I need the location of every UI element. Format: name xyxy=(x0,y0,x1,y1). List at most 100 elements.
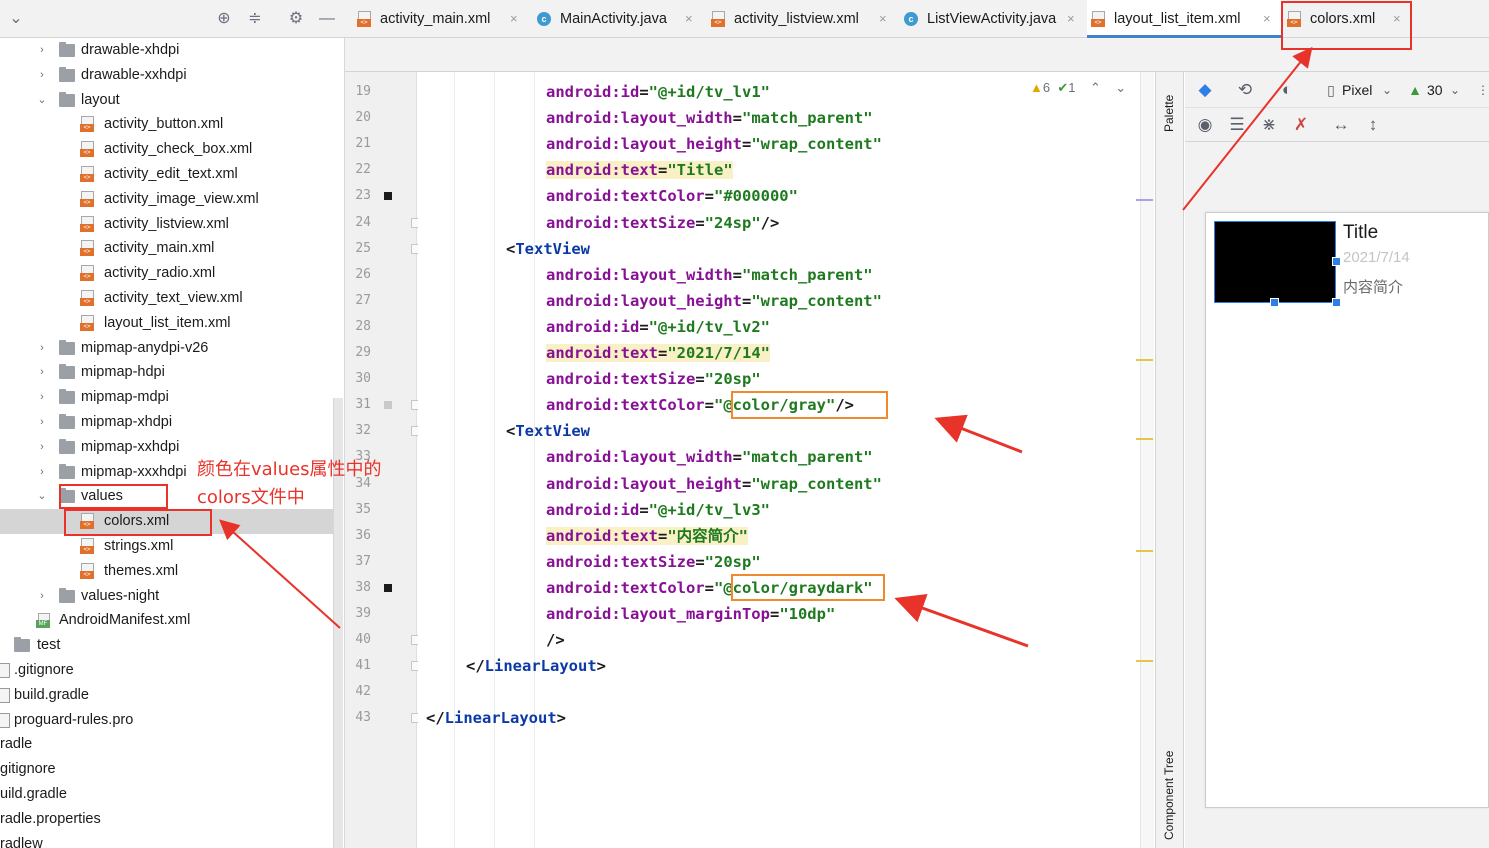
collapse-all-icon[interactable]: ≑ xyxy=(245,9,265,29)
chevron-down-icon[interactable]: ⌄ xyxy=(36,88,48,113)
editor-tab[interactable]: <> activity_listview.xml × xyxy=(707,0,897,38)
tree-item[interactable]: <> activity_check_box.xml xyxy=(0,137,333,162)
close-icon[interactable]: × xyxy=(1393,0,1401,38)
code-line[interactable]: <TextView xyxy=(506,236,590,262)
code-line[interactable]: android:textColor="@color/graydark" xyxy=(546,575,873,601)
resize-handle[interactable] xyxy=(1332,257,1341,266)
editor-tab[interactable]: <> colors.xml × xyxy=(1283,0,1411,38)
code-line[interactable]: /> xyxy=(546,627,565,653)
tree-item[interactable]: ⌄ layout xyxy=(0,88,333,113)
device-selector[interactable]: Pixel xyxy=(1342,80,1372,100)
scroll-marker[interactable] xyxy=(1136,199,1153,201)
scroll-marker[interactable] xyxy=(1136,359,1153,361)
api-selector[interactable]: 30 xyxy=(1427,80,1443,100)
color-swatch-icon[interactable] xyxy=(384,583,392,592)
tree-item[interactable]: › mipmap-anydpi-v26 xyxy=(0,336,333,361)
close-icon[interactable]: × xyxy=(510,0,518,38)
tree-item[interactable]: <> strings.xml xyxy=(0,534,333,559)
code-line[interactable]: android:textSize="20sp" xyxy=(546,549,761,575)
tree-item[interactable]: <> activity_text_view.xml xyxy=(0,286,333,311)
gear-icon[interactable]: ⚙ xyxy=(286,9,306,29)
tree-item[interactable]: <> activity_radio.xml xyxy=(0,261,333,286)
preview-title[interactable]: Title xyxy=(1343,222,1378,244)
code-line[interactable]: android:textColor="#000000" xyxy=(546,183,798,209)
code-line[interactable]: android:textColor="@color/gray"/> xyxy=(546,392,854,418)
chevron-down-icon[interactable]: ⌄ xyxy=(1445,80,1465,100)
tree-item[interactable]: <> activity_listview.xml xyxy=(0,212,333,237)
chevron-right-icon[interactable]: › xyxy=(36,336,48,361)
code-line[interactable]: android:id="@+id/tv_lv2" xyxy=(546,314,770,340)
code-line[interactable]: </LinearLayout> xyxy=(466,653,606,679)
tree-item[interactable]: <> layout_list_item.xml xyxy=(0,311,333,336)
chevron-down-icon[interactable]: ⌄ xyxy=(1377,80,1397,100)
chevron-right-icon[interactable]: › xyxy=(36,38,48,63)
chevron-right-icon[interactable]: › xyxy=(36,360,48,385)
next-highlight-icon[interactable]: ⌄ xyxy=(1115,80,1126,95)
component-tree-tab[interactable]: Component Tree xyxy=(1162,751,1176,840)
code-line[interactable]: </LinearLayout> xyxy=(426,705,566,731)
minimize-icon[interactable]: — xyxy=(317,9,337,29)
expand-horizontal-icon[interactable]: ↔ xyxy=(1331,115,1351,135)
clear-constraints-icon[interactable]: ✗ xyxy=(1291,115,1311,135)
magnet-off-icon[interactable]: ⋇ xyxy=(1259,115,1279,135)
scroll-marker[interactable] xyxy=(1136,660,1153,662)
tree-item[interactable]: › values-night xyxy=(0,584,333,609)
chevron-right-icon[interactable]: › xyxy=(36,460,48,485)
code-line[interactable]: android:text="内容简介" xyxy=(546,523,748,549)
close-icon[interactable]: × xyxy=(1263,0,1271,38)
color-swatch-icon[interactable] xyxy=(384,192,392,201)
tree-item[interactable]: <> activity_image_view.xml xyxy=(0,187,333,212)
tree-item[interactable]: › mipmap-mdpi xyxy=(0,385,333,410)
chevron-right-icon[interactable]: › xyxy=(36,385,48,410)
more-icon[interactable]: ⋮ xyxy=(1473,80,1489,100)
tree-item[interactable]: <> themes.xml xyxy=(0,559,333,584)
scroll-marker[interactable] xyxy=(1136,550,1153,552)
palette-tab[interactable]: Palette xyxy=(1162,95,1176,132)
chevron-right-icon[interactable]: › xyxy=(36,584,48,609)
close-icon[interactable]: × xyxy=(879,0,887,38)
crosshair-icon[interactable]: ⊕ xyxy=(214,9,234,29)
inspection-widget[interactable]: ▲6 ✔1 ⌃ ⌄ xyxy=(1030,78,1126,98)
tree-item[interactable]: › drawable-xhdpi xyxy=(0,38,333,63)
code-line[interactable]: android:layout_width="match_parent" xyxy=(546,105,873,131)
tree-item[interactable]: <> colors.xml xyxy=(0,509,333,535)
tree-item[interactable]: MF AndroidManifest.xml xyxy=(0,608,333,633)
code-line[interactable]: android:textSize="24sp"/> xyxy=(546,210,779,236)
code-line[interactable]: android:text="Title" xyxy=(546,157,733,183)
color-swatch-icon[interactable] xyxy=(384,401,392,410)
tree-item[interactable]: <> activity_main.xml xyxy=(0,236,333,261)
code-line[interactable]: android:id="@+id/tv_lv3" xyxy=(546,497,770,523)
tree-item[interactable]: proguard-rules.pro xyxy=(0,708,333,733)
tree-item[interactable]: radle xyxy=(0,732,333,757)
scroll-marker[interactable] xyxy=(1136,438,1153,440)
tree-item[interactable]: › drawable-xxhdpi xyxy=(0,63,333,88)
tree-item[interactable]: .gitignore xyxy=(0,658,333,683)
night-mode-icon[interactable]: ◐ xyxy=(1277,80,1297,100)
code-line[interactable]: android:layout_height="wrap_content" xyxy=(546,131,882,157)
chevron-right-icon[interactable]: › xyxy=(36,435,48,460)
code-line[interactable]: android:textSize="20sp" xyxy=(546,366,761,392)
code-line[interactable]: android:text="2021/7/14" xyxy=(546,340,770,366)
layers-icon[interactable]: ◆ xyxy=(1195,80,1215,100)
chevron-right-icon[interactable]: › xyxy=(36,410,48,435)
tree-item[interactable]: test xyxy=(0,633,333,658)
code-editor[interactable]: android:id="@+id/tv_lv1" android:layout_w… xyxy=(418,72,1140,848)
tree-item[interactable]: gitignore xyxy=(0,757,333,782)
resize-handle[interactable] xyxy=(1270,298,1279,307)
tree-item[interactable]: › mipmap-xhdpi xyxy=(0,410,333,435)
editor-tab[interactable]: <> activity_main.xml × xyxy=(353,0,528,38)
editor-tab[interactable]: <> layout_list_item.xml × xyxy=(1087,0,1281,38)
device-preview[interactable]: Title 2021/7/14 内容简介 xyxy=(1205,212,1489,808)
eye-icon[interactable]: ◉ xyxy=(1195,115,1215,135)
chevron-right-icon[interactable]: › xyxy=(36,63,48,88)
preview-date[interactable]: 2021/7/14 xyxy=(1343,249,1410,266)
editor-tab[interactable]: c ListViewActivity.java × xyxy=(900,0,1085,38)
tree-item[interactable]: radle.properties xyxy=(0,807,333,832)
previous-highlight-icon[interactable]: ⌃ xyxy=(1090,80,1101,95)
tree-item[interactable]: <> activity_button.xml xyxy=(0,112,333,137)
code-line[interactable]: <TextView xyxy=(506,418,590,444)
preview-description[interactable]: 内容简介 xyxy=(1343,276,1403,297)
rotate-icon[interactable]: ⟲ xyxy=(1235,80,1255,100)
editor-tab[interactable]: c MainActivity.java × xyxy=(533,0,703,38)
chevron-down-icon[interactable]: ⌄ xyxy=(6,9,26,29)
